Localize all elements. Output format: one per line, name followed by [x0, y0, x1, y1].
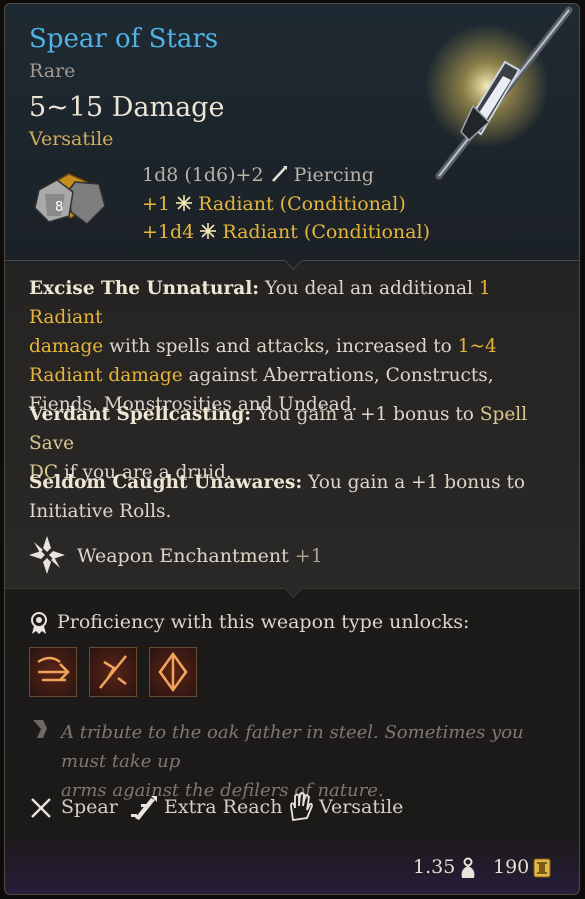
bonus-damage-line-2: +1d4 Radiant (Conditional) [142, 221, 430, 244]
bonus-amount: +1d4 [142, 221, 195, 243]
item-tooltip: Spear of Stars Rare 5~15 Damage Versatil… [4, 3, 580, 895]
weapon-action-tile-2[interactable] [89, 647, 137, 697]
spear-image [425, 6, 573, 180]
weapon-action-tile-3[interactable] [149, 647, 197, 697]
lore-icon [33, 720, 47, 738]
item-rarity: Rare [29, 60, 76, 82]
enchantment-value: +1 [294, 545, 323, 567]
passive-name: Verdant Spellcasting: [29, 404, 252, 425]
property-spear: Spear [61, 796, 118, 818]
weapon-enchantment: Weapon Enchantment +1 [77, 545, 323, 567]
weapon-action-tile-1[interactable] [29, 647, 77, 697]
passive-excise-the-unnatural: Excise The Unnatural: You deal an additi… [29, 278, 497, 415]
property-versatile: Versatile [319, 796, 404, 818]
dice-icon: 8 [34, 173, 106, 225]
weapon-action-icon [37, 656, 70, 682]
item-name: Spear of Stars [29, 24, 219, 54]
crossed-spears-icon [31, 798, 51, 818]
passive-seldom-caught-unawares: Seldom Caught Unawares: You gain a +1 bo… [29, 472, 526, 522]
proficiency-icon [31, 612, 47, 634]
radiant-icon [200, 222, 217, 244]
item-damage: 5~15 Damage [29, 92, 225, 123]
versatile-label: Versatile [29, 128, 114, 150]
passive-name: Excise The Unnatural: [29, 278, 260, 299]
passive-name: Seldom Caught Unawares: [29, 472, 303, 493]
dice-face-label: 8 [55, 200, 63, 215]
gold-coin-icon [533, 858, 551, 878]
bonus-damage-type: Radiant (Conditional) [198, 193, 406, 215]
weapon-action-icon [99, 655, 127, 689]
radiant-icon [176, 194, 193, 216]
proficiency-label: Proficiency with this weapon type unlock… [57, 611, 470, 633]
base-dice: 1d8 (1d6)+2 [142, 164, 264, 186]
bonus-amount: +1 [142, 193, 171, 215]
hand-icon [290, 792, 313, 822]
base-damage-type: Piercing [293, 164, 374, 186]
weapon-action-icon [158, 651, 188, 693]
keyword-link[interactable]: Radiant damage [29, 365, 183, 386]
extra-reach-icon [131, 796, 157, 820]
piercing-icon [270, 165, 288, 188]
weapon-enchantment-icon [29, 536, 65, 574]
property-extra-reach: Extra Reach [164, 796, 283, 818]
weight-icon [461, 857, 475, 878]
divider-notch [284, 579, 303, 598]
item-weight: 1.35 [413, 856, 456, 878]
bonus-damage-line-1: +1 Radiant (Conditional) [142, 193, 406, 216]
base-damage-line: 1d8 (1d6)+2 Piercing [142, 164, 374, 188]
keyword-link[interactable]: 1~4 [458, 336, 497, 357]
item-price: 190 [493, 856, 530, 878]
enchantment-label: Weapon Enchantment [77, 545, 289, 567]
bonus-damage-type: Radiant (Conditional) [222, 221, 430, 243]
divider-notch [284, 251, 303, 270]
keyword-link[interactable]: damage [29, 336, 103, 357]
